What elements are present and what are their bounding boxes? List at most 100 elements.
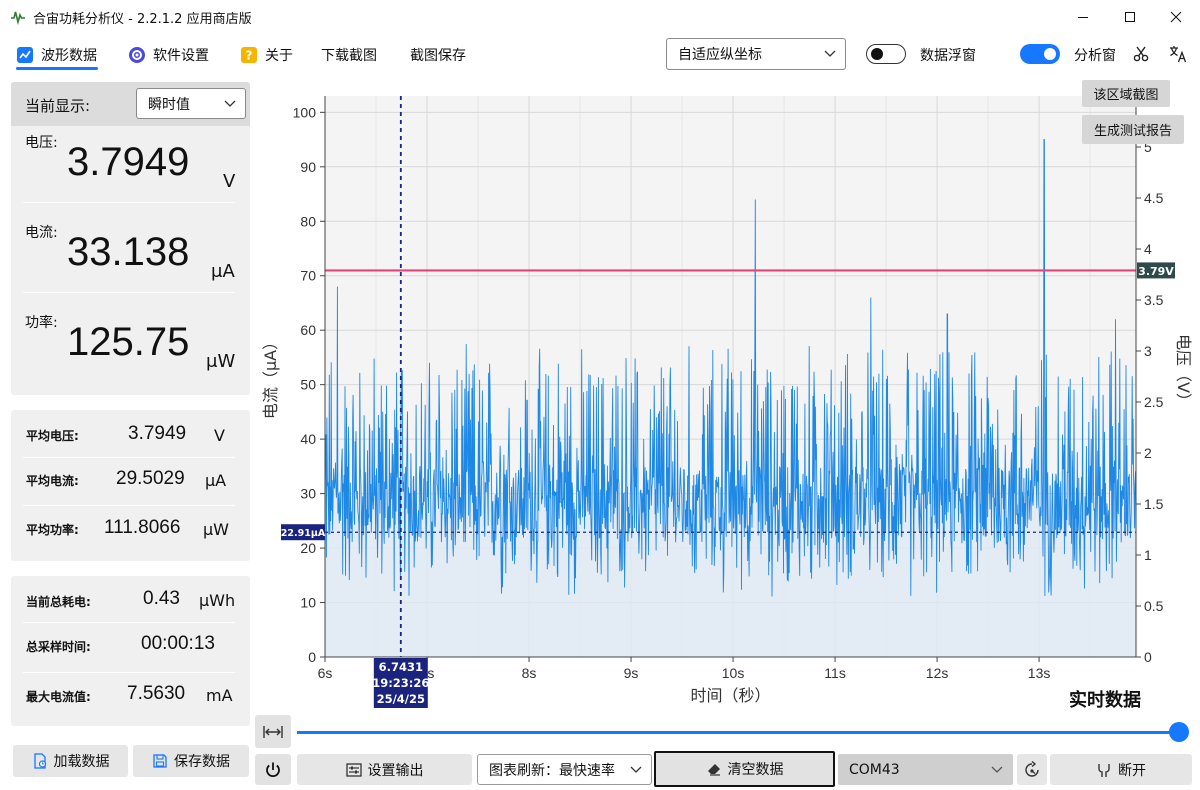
menu-about-label: 关于: [265, 48, 293, 64]
divider: [23, 292, 235, 293]
divider: [23, 202, 235, 203]
current-display-label: 当前显示:: [25, 97, 91, 115]
chevron-down-icon: [224, 100, 236, 107]
x-tick-label: 8s: [522, 665, 537, 681]
waveform-app-icon: [11, 11, 25, 25]
average-tag: 22.91μA: [281, 528, 326, 539]
save-disk-icon: [152, 753, 168, 769]
gear-icon: [128, 46, 146, 64]
y-tick-label: 90: [300, 159, 316, 175]
menu-about[interactable]: ? 关于: [240, 44, 293, 66]
averages-panel: 平均电压: 3.7949 V 平均电流: 29.5029 μA 平均功率: 11…: [11, 410, 250, 561]
y-tick-label: 0: [308, 649, 316, 665]
analysis-toggle[interactable]: [1020, 44, 1060, 64]
region-screenshot-button[interactable]: 该区域截图: [1082, 80, 1170, 107]
menu-settings-label: 软件设置: [153, 48, 209, 64]
question-icon: ?: [240, 46, 258, 64]
output-settings-icon: [345, 762, 362, 778]
y2-tick-label: 1: [1144, 547, 1152, 563]
window-title: 合宙功耗分析仪 - 2.2.1.2 应用商店版: [33, 12, 252, 27]
menu-waveform[interactable]: 波形数据: [16, 44, 97, 66]
realtime-data-label: 实时数据: [1069, 690, 1141, 711]
chevron-down-icon: [630, 766, 642, 773]
voltage-tag: 3.79V: [1138, 265, 1174, 278]
divider: [23, 505, 235, 506]
output-settings-button[interactable]: 设置输出: [297, 754, 472, 785]
voltage-value: 3.7949: [67, 140, 190, 184]
y-tick-label: 70: [300, 268, 316, 284]
avg-current-label: 平均电流:: [26, 474, 79, 488]
x-tick-label: 12s: [926, 665, 949, 681]
x-axis-title: 时间（秒）: [690, 686, 770, 705]
refresh-rate-select[interactable]: 图表刷新：最快速率: [477, 754, 652, 785]
clear-data-label: 清空数据: [727, 762, 784, 778]
power-unit: μW: [206, 351, 236, 372]
y2-tick-label: 3.5: [1144, 292, 1164, 308]
x-tick-label: 9s: [624, 665, 639, 681]
max-current-label: 最大电流值:: [26, 690, 91, 704]
power-button[interactable]: [255, 754, 291, 785]
menu-waveform-label: 波形数据: [41, 48, 97, 64]
refresh-ports-button[interactable]: [1017, 754, 1047, 785]
max-current-value: 7.5630: [127, 683, 186, 704]
avg-voltage-unit: V: [214, 426, 225, 445]
y-tick-label: 10: [300, 595, 316, 611]
y-tick-label: 60: [300, 322, 316, 338]
divider: [23, 622, 235, 623]
y2-tick-label: 2.5: [1144, 394, 1164, 410]
sampling-time-label: 总采样时间:: [26, 640, 91, 654]
current-label: 电流:: [25, 225, 58, 241]
save-data-label: 保存数据: [174, 754, 230, 770]
total-energy-label: 当前总耗电:: [26, 595, 91, 609]
save-data-button[interactable]: 保存数据: [133, 745, 249, 777]
y2-tick-label: 3: [1144, 343, 1152, 359]
display-mode-value: 瞬时值: [148, 96, 190, 113]
load-data-label: 加载数据: [53, 754, 110, 770]
title-bar: 合宙功耗分析仪 - 2.2.1.2 应用商店版: [0, 0, 1200, 34]
y-tick-label: 100: [293, 104, 317, 120]
scissors-icon[interactable]: [1132, 45, 1150, 63]
x-tick-label: 11s: [824, 665, 846, 681]
cursor-tag-line: 25/4/25: [377, 692, 425, 706]
data-float-toggle[interactable]: [866, 44, 906, 64]
maximize-button[interactable]: [1107, 0, 1153, 34]
menu-download-screenshot[interactable]: 下载截图: [321, 44, 377, 66]
load-data-button[interactable]: 加载数据: [13, 745, 128, 777]
maximize-icon: [1125, 12, 1135, 22]
load-file-icon: [32, 753, 48, 769]
menu-settings[interactable]: 软件设置: [128, 44, 209, 66]
power-value: 125.75: [67, 320, 190, 364]
timeline-slider-track[interactable]: [297, 731, 1177, 734]
y-tick-label: 40: [300, 431, 316, 447]
close-button[interactable]: [1153, 0, 1199, 34]
max-current-unit: mA: [206, 686, 233, 705]
translate-icon[interactable]: [1168, 44, 1188, 64]
generate-report-button[interactable]: 生成测试报告: [1082, 115, 1184, 144]
menu-save-label: 截图保存: [410, 48, 466, 64]
data-float-label: 数据浮窗: [920, 48, 976, 64]
axis-mode-select[interactable]: 自适应纵坐标: [666, 38, 846, 70]
port-select[interactable]: COM43: [838, 754, 1013, 785]
chevron-down-icon: [824, 50, 836, 57]
display-mode-select[interactable]: 瞬时值: [136, 88, 246, 119]
waveform-chart[interactable]: 0 10 20 30 40 50 60 70 80 90 100 0 0.5 1 1.5 2 2.5 3 3.5 4 4…: [256, 80, 1200, 712]
y2-tick-label: 1.5: [1144, 496, 1164, 512]
menu-bar: 波形数据 软件设置 ? 关于 下载截图 截图保存 自适应纵坐标 数据浮窗 分析窗: [0, 34, 1200, 74]
avg-power-unit: μW: [203, 520, 229, 539]
x-tick-label: 10s: [722, 665, 745, 681]
current-unit: μA: [211, 261, 235, 282]
divider: [23, 457, 235, 458]
analysis-label: 分析窗: [1074, 48, 1116, 64]
disconnect-button[interactable]: 断开: [1050, 754, 1192, 785]
avg-power-label: 平均功率:: [26, 523, 79, 537]
close-icon: [1170, 11, 1182, 23]
timeline-slider-thumb[interactable]: [1169, 722, 1189, 742]
minimize-button[interactable]: [1060, 0, 1106, 34]
y-tick-label: 20: [300, 540, 316, 556]
unplug-icon: [1096, 762, 1112, 778]
menu-save-screenshot[interactable]: 截图保存: [410, 44, 466, 66]
fit-width-button[interactable]: [255, 715, 291, 748]
avg-current-value: 29.5029: [116, 468, 185, 489]
clear-data-button[interactable]: 清空数据: [654, 751, 835, 787]
x-tick-label: 13s: [1028, 665, 1051, 681]
